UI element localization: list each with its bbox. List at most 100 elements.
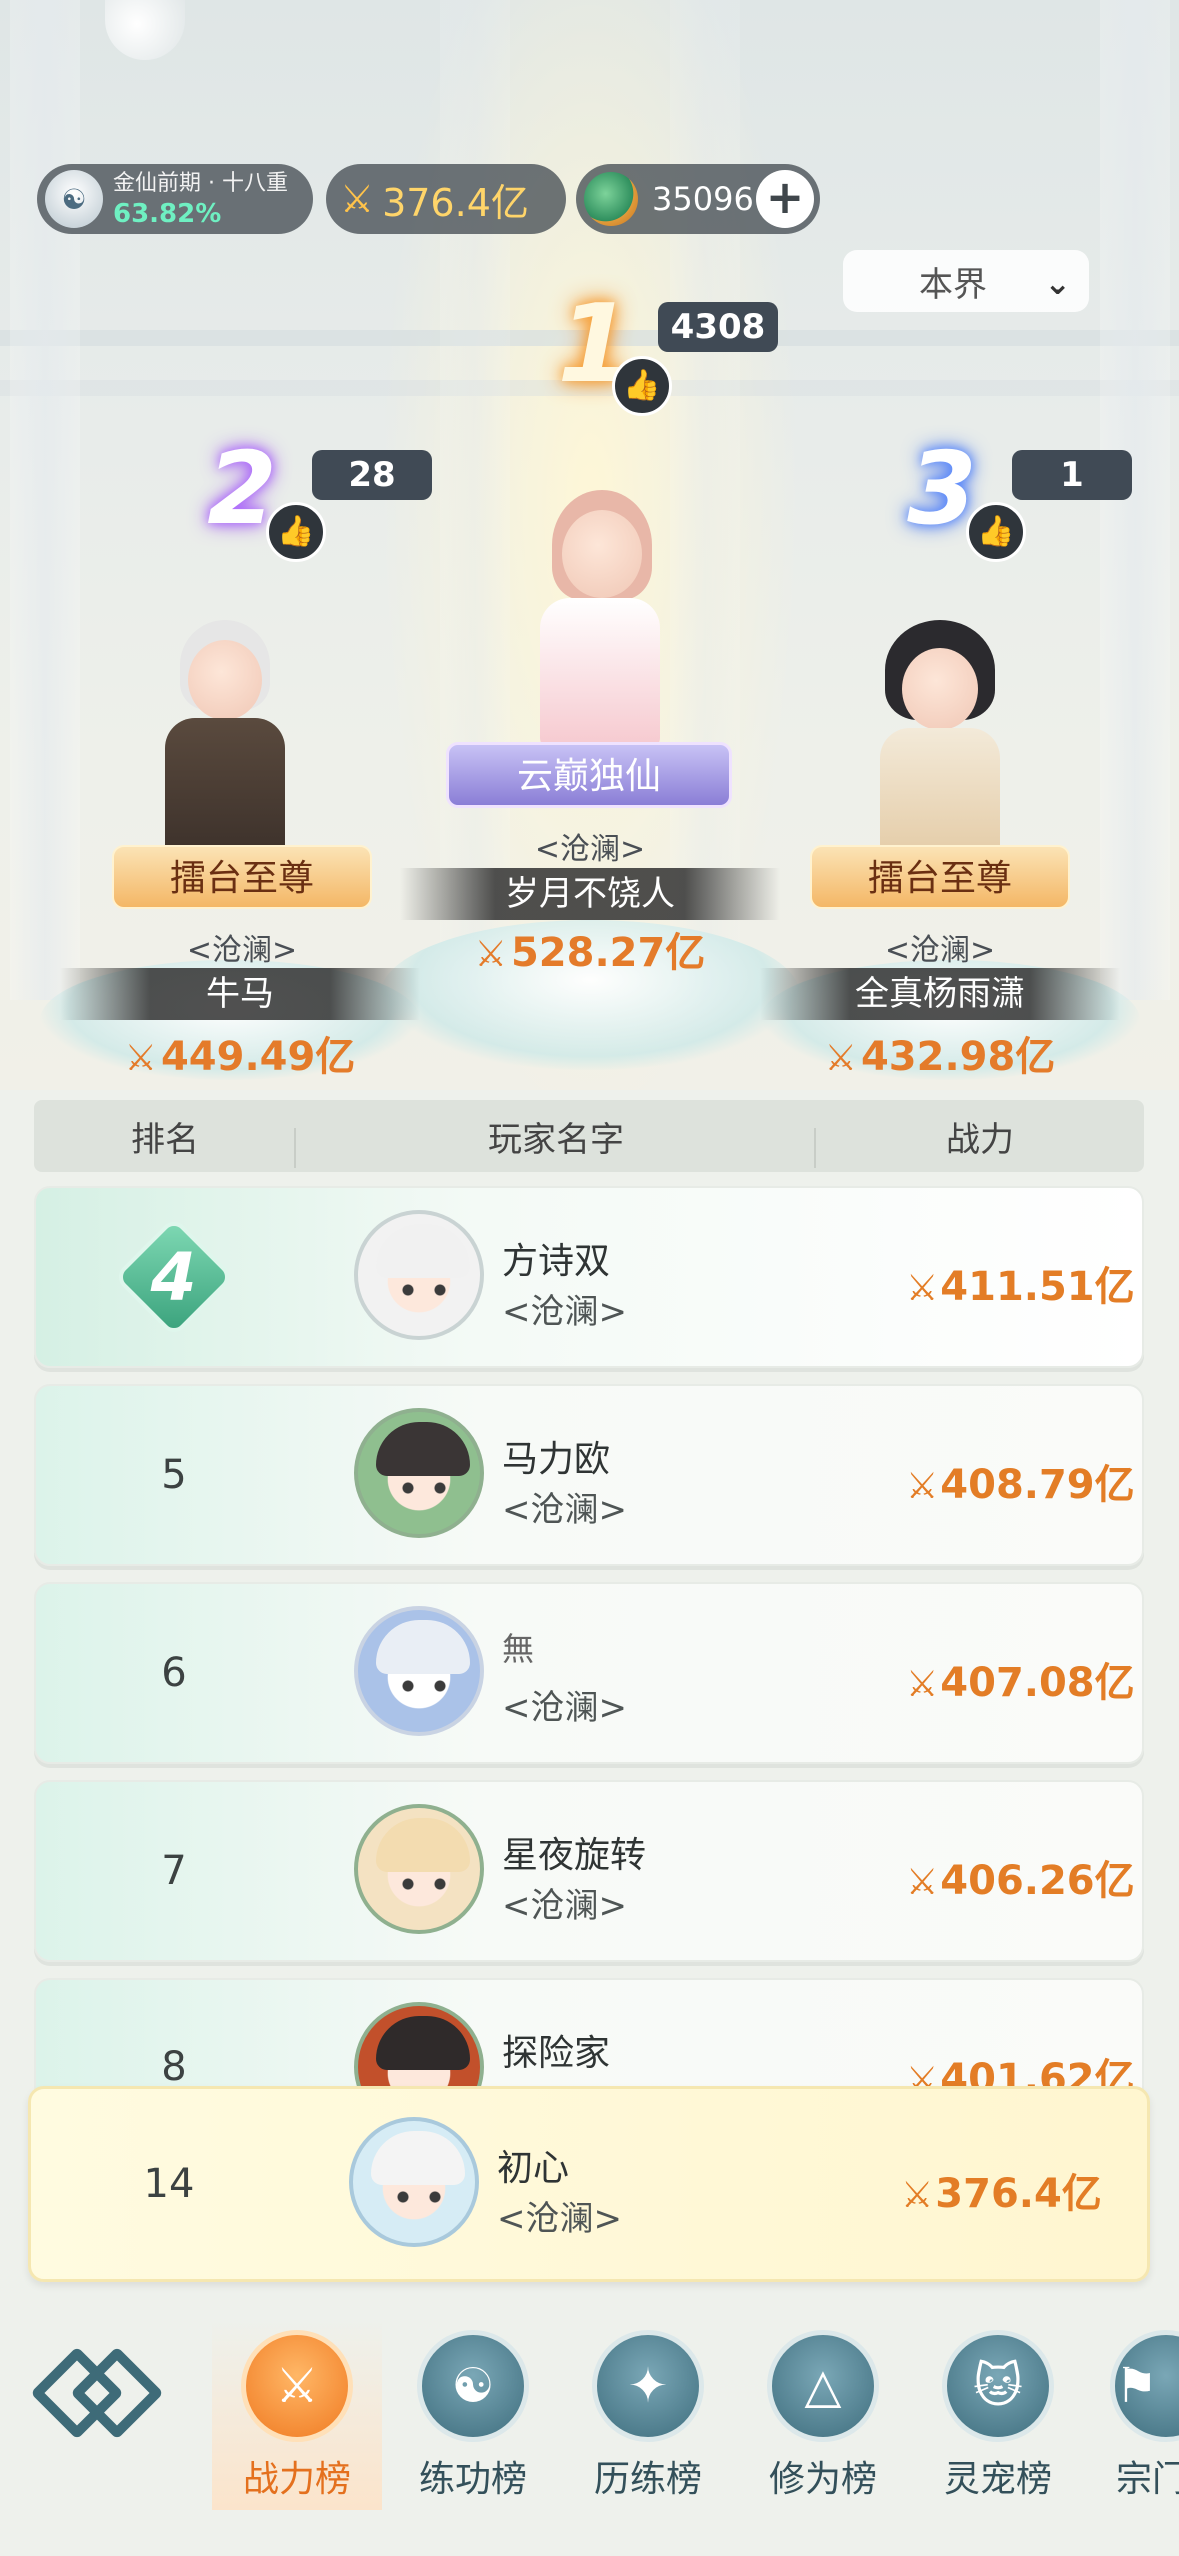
my-guild: <沧澜>	[497, 2199, 622, 2239]
sword-icon: ⚔	[124, 1038, 157, 1079]
table-row[interactable]: 4 方诗双 <沧澜> ⚔411.51亿	[34, 1186, 1144, 1368]
name-2[interactable]: 牛马	[60, 968, 420, 1020]
table-row[interactable]: 5 马力欧 <沧澜> ⚔408.79亿	[34, 1384, 1144, 1566]
sword-icon: ⚔	[906, 1268, 939, 1309]
my-rank-cell: 14	[143, 2161, 195, 2207]
name-3[interactable]: 全真杨雨潇	[760, 968, 1120, 1020]
hat-icon: △	[767, 2330, 879, 2442]
character-rank-2[interactable]	[130, 620, 320, 880]
tab-sect-rank[interactable]: ⚑ 宗门	[1088, 2320, 1179, 2510]
my-rank-row[interactable]: 14 初心 <沧澜> ⚔376.4亿	[28, 2086, 1150, 2282]
avatar-hair	[371, 2131, 465, 2185]
character-head	[902, 648, 978, 730]
coin-value: 35096	[652, 180, 754, 218]
tab-pet-rank[interactable]: 🐱 灵宠榜	[913, 2320, 1083, 2510]
pillar-decoration	[1100, 0, 1170, 1000]
table-row[interactable]: 7 星夜旋转 <沧澜> ⚔406.26亿	[34, 1780, 1144, 1962]
tab-training-rank[interactable]: ☯ 练功榜	[388, 2320, 558, 2510]
tab-label: 修为榜	[768, 2459, 877, 2500]
sword-icon: ⚔	[906, 1862, 939, 1903]
rank-cell: 4	[36, 1188, 312, 1366]
avatar-hair	[376, 1224, 470, 1278]
thumbs-up-icon[interactable]: 👍	[966, 502, 1026, 562]
chevron-down-icon: ⌄	[1044, 264, 1071, 302]
tab-label: 宗门	[1116, 2459, 1179, 2500]
back-diamond-icon[interactable]	[30, 2346, 164, 2440]
avatar-hair	[376, 1818, 470, 1872]
yin-yang-icon: ☯	[417, 2330, 529, 2442]
like-count-3: 1	[1012, 450, 1132, 500]
avatar[interactable]	[354, 1804, 484, 1934]
avatar[interactable]	[354, 1210, 484, 1340]
player-name: 星夜旋转	[502, 1835, 647, 1876]
avatar[interactable]	[354, 1408, 484, 1538]
avatar-hair	[376, 1422, 470, 1476]
thumbs-up-icon[interactable]: 👍	[266, 502, 326, 562]
player-power: ⚔411.51亿	[906, 1264, 1135, 1310]
thumbs-up-icon[interactable]: 👍	[612, 356, 672, 416]
scope-dropdown[interactable]: 本界 ⌄	[843, 250, 1089, 312]
player-name: 方诗双	[502, 1241, 611, 1282]
sword-icon: ⚔	[906, 1466, 939, 1507]
my-avatar[interactable]	[349, 2117, 479, 2247]
realm-name: 金仙前期 · 十八重	[113, 171, 288, 196]
avatar-eyes	[400, 1284, 448, 1296]
avatar-hair	[376, 1620, 470, 1674]
cat-icon: 🐱	[942, 2330, 1054, 2442]
guild-3: <沧澜>	[884, 933, 996, 968]
player-name: 马力欧	[502, 1439, 611, 1480]
plus-icon[interactable]: +	[756, 170, 814, 228]
sword-icon: ⚔	[824, 1038, 857, 1079]
crossed-swords-icon: ⚔	[241, 2330, 353, 2442]
my-power: ⚔376.4亿	[901, 2171, 1102, 2217]
star-icon: ✦	[592, 2330, 704, 2442]
avatar-eyes	[400, 1482, 448, 1494]
col-power: 战力	[946, 1119, 1014, 1160]
character-body	[540, 598, 660, 748]
sword-icon: ⚔	[340, 177, 375, 221]
col-name: 玩家名字	[296, 1112, 816, 1168]
power-1: ⚔ 528.27亿	[474, 930, 706, 976]
name-1[interactable]: 岁月不饶人	[400, 868, 780, 920]
rank-cell: 7	[161, 1848, 187, 1894]
rank-cell: 6	[161, 1650, 187, 1696]
tab-cultivation-rank[interactable]: △ 修为榜	[738, 2320, 908, 2510]
pillar-decoration	[10, 0, 80, 1000]
avatar-eyes	[400, 1680, 448, 1692]
character-head	[562, 510, 642, 598]
guild-2: <沧澜>	[186, 933, 298, 968]
tab-power-rank[interactable]: ⚔ 战力榜	[212, 2320, 382, 2510]
like-count-1: 4308	[658, 302, 778, 352]
avatar-hair	[376, 2016, 470, 2070]
tab-experience-rank[interactable]: ✦ 历练榜	[563, 2320, 733, 2510]
tab-label: 灵宠榜	[943, 2459, 1052, 2500]
player-name: 無	[502, 1630, 535, 1668]
rank-cell: 5	[161, 1452, 187, 1498]
realm-progress: 63.82%	[113, 199, 222, 229]
player-power: ⚔407.08亿	[906, 1660, 1135, 1706]
player-power: ⚔406.26亿	[906, 1858, 1135, 1904]
realm-status[interactable]: ☯ 金仙前期 · 十八重 63.82%	[37, 164, 313, 234]
rank-4-gem-icon: 4	[113, 1216, 235, 1338]
player-guild: <沧澜>	[502, 1292, 627, 1332]
avatar[interactable]	[354, 1606, 484, 1736]
col-rank: 排名	[34, 1112, 296, 1168]
power-2: ⚔ 449.49亿	[124, 1034, 356, 1080]
title-plate-2: 擂台至尊	[112, 845, 372, 909]
cultivator-icon: ☯	[45, 170, 103, 228]
guild-1: <沧澜>	[534, 832, 646, 867]
my-name: 初心	[497, 2148, 570, 2189]
character-rank-3[interactable]	[840, 620, 1040, 880]
scope-value: 本界	[919, 264, 987, 305]
coin-icon	[584, 172, 638, 226]
tab-label: 练功榜	[418, 2459, 527, 2500]
moon-decoration	[105, 0, 185, 60]
table-header: 排名 玩家名字 战力	[34, 1100, 1144, 1172]
sword-icon: ⚔	[474, 934, 507, 975]
tab-label: 历练榜	[593, 2459, 702, 2500]
player-guild: <沧澜>	[502, 1886, 627, 1926]
character-head	[188, 640, 262, 720]
player-power: ⚔408.79亿	[906, 1462, 1135, 1508]
currency-display: 35096 +	[576, 164, 820, 234]
table-row[interactable]: 6 無 <沧澜> ⚔407.08亿	[34, 1582, 1144, 1764]
